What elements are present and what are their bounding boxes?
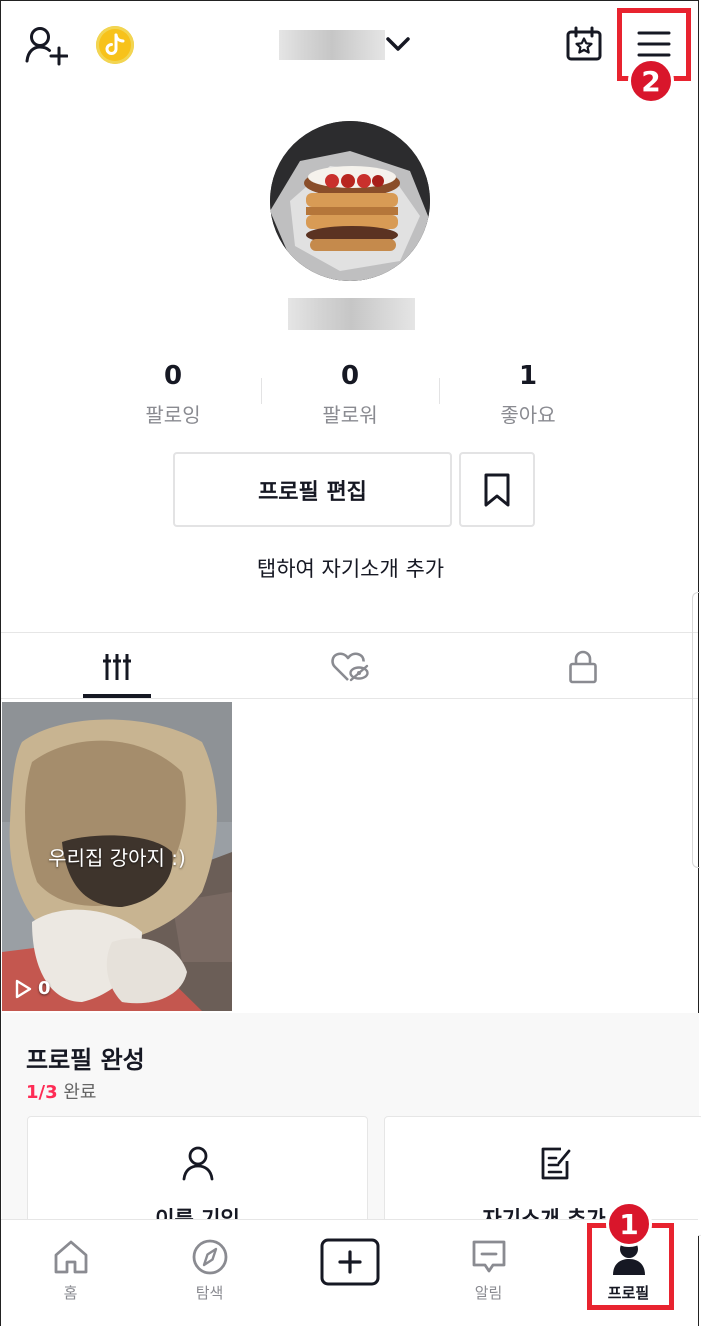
progress-label: 완료: [63, 1082, 97, 1103]
account-name-redacted: [279, 30, 385, 60]
person-icon: [181, 1145, 215, 1185]
tiktok-coin-icon[interactable]: [96, 26, 134, 64]
bookmark-button[interactable]: [459, 452, 535, 527]
profile-completion-progress: 1/3 완료: [26, 1078, 96, 1104]
edit-profile-button[interactable]: 프로필 편집: [173, 452, 452, 527]
tab-videos[interactable]: [60, 640, 174, 694]
username-redacted: [288, 298, 415, 330]
scrollbar[interactable]: [692, 592, 700, 868]
annotation-badge-1: 1: [606, 1201, 652, 1247]
annotation-badge-2: 2: [628, 58, 674, 104]
nav-explore[interactable]: 탐색: [140, 1220, 279, 1326]
add-friend-icon[interactable]: [22, 24, 70, 68]
edit-note-icon: [539, 1145, 573, 1185]
lock-icon: [569, 650, 597, 684]
avatar[interactable]: [270, 121, 430, 281]
completion-card-name[interactable]: 이름 기입: [27, 1116, 368, 1236]
plus-icon: [320, 1238, 380, 1286]
compass-icon: [191, 1238, 229, 1276]
completion-card-bio[interactable]: 자기소개 추가: [384, 1116, 701, 1236]
nav-label: 홈: [63, 1284, 78, 1302]
play-icon: [15, 979, 32, 998]
divider: [1, 698, 698, 699]
video-thumbnail[interactable]: 우리집 강아지 :) 0: [2, 702, 232, 1011]
inbox-icon: [470, 1238, 508, 1276]
video-caption: 우리집 강아지 :): [48, 846, 186, 870]
stat-following[interactable]: 0 팔로잉: [83, 361, 263, 428]
likes-count: 1: [518, 361, 538, 391]
home-icon: [51, 1238, 91, 1276]
followers-label: 팔로워: [322, 403, 378, 427]
bio-add-prompt[interactable]: 탭하여 자기소개 추가: [0, 553, 701, 583]
video-play-count: 0: [38, 978, 51, 999]
likes-label: 좋아요: [500, 403, 556, 427]
progress-count: 1/3: [26, 1082, 58, 1103]
video-plays: 0: [14, 978, 51, 999]
creator-calendar-icon[interactable]: [564, 24, 604, 64]
divider: [1, 632, 698, 633]
stat-likes[interactable]: 1 좋아요: [438, 361, 618, 428]
following-count: 0: [163, 361, 183, 391]
tab-liked[interactable]: [293, 640, 407, 694]
liked-hidden-icon: [331, 652, 369, 682]
grid-icon: [103, 654, 131, 680]
profile-completion-title: 프로필 완성: [26, 1046, 145, 1074]
followers-count: 0: [340, 361, 360, 391]
following-label: 팔로잉: [145, 403, 201, 427]
nav-home[interactable]: 홈: [1, 1220, 140, 1326]
nav-label: 탐색: [195, 1284, 224, 1302]
bookmark-icon: [484, 473, 510, 506]
account-switcher[interactable]: [279, 30, 385, 60]
chevron-down-icon[interactable]: [386, 32, 410, 56]
nav-label: 알림: [474, 1284, 503, 1302]
nav-inbox[interactable]: 알림: [419, 1220, 558, 1326]
tab-private[interactable]: [526, 640, 640, 694]
stat-followers[interactable]: 0 팔로워: [260, 361, 440, 428]
nav-create[interactable]: [280, 1220, 419, 1326]
